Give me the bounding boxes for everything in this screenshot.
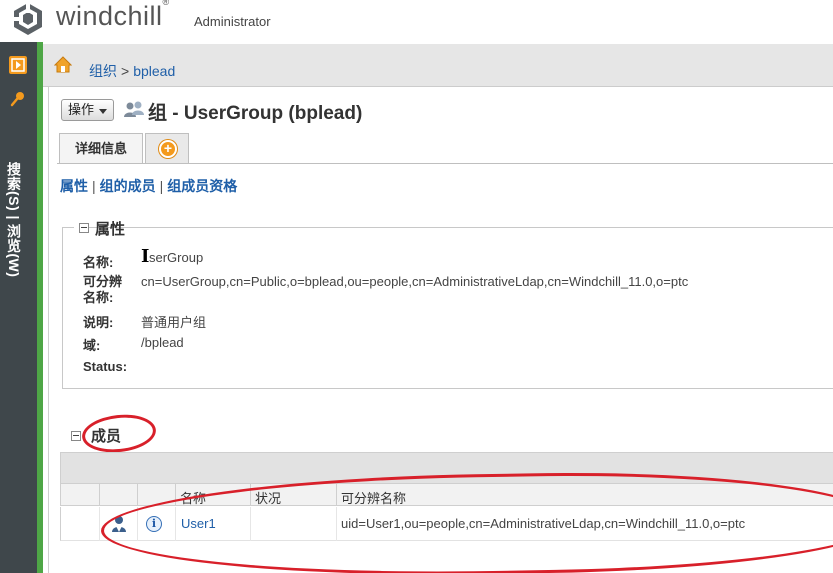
collapse-icon[interactable] (71, 431, 81, 441)
attributes-panel-header[interactable]: 属性 (74, 218, 125, 238)
navigator-expand-icon[interactable] (9, 56, 27, 74)
section-link-attributes[interactable]: 属性 (60, 178, 88, 194)
actions-label: 操作 (68, 102, 95, 117)
attr-label: 域: (83, 338, 101, 353)
column-divider (99, 484, 100, 506)
section-link-memberships[interactable]: 组成员资格 (167, 178, 237, 194)
attributes-panel: 属性 名称: I serGroup 可分辨名称: cn=UserGroup,cn… (62, 218, 833, 389)
section-separator: | (159, 178, 164, 194)
section-nav: 属性 | 组的成员 | 组成员资格 (60, 176, 237, 196)
brand-text: windchill (56, 1, 163, 31)
tab-divider (57, 163, 833, 164)
tab-details[interactable]: 详细信息 (59, 133, 143, 163)
attr-label: Status: (83, 359, 128, 374)
annotation-circle (80, 411, 158, 456)
attr-label: 说明: (83, 315, 114, 330)
add-tab-icon: + (159, 140, 177, 158)
main-content: 操作 组 - UserGroup (bplead) 详细信息 + 属性 | 组的成员… (48, 87, 833, 573)
search-browse-toggle[interactable]: 搜索(S) | 浏览(W) (4, 162, 24, 277)
windchill-logo-icon (14, 3, 42, 35)
breadcrumb-current-link[interactable]: bplead (133, 63, 175, 79)
attr-label: 名称: (83, 255, 114, 270)
attr-value: serGroup (149, 250, 204, 265)
chevron-down-icon (99, 109, 107, 114)
user-role: Administrator (194, 14, 271, 29)
actions-button[interactable]: 操作 (61, 99, 114, 121)
group-icon (124, 101, 144, 117)
breadcrumb: 组织 > bplead (89, 61, 175, 81)
home-icon[interactable] (54, 56, 72, 74)
column-divider (99, 507, 100, 541)
page-title: 组 - UserGroup (bplead) (148, 103, 363, 124)
column-divider (137, 484, 138, 506)
attr-value: /bplead (141, 335, 184, 350)
section-link-members[interactable]: 组的成员 (100, 178, 156, 194)
app-header: windchill® Administrator (0, 0, 833, 42)
trademark: ® (162, 0, 170, 7)
sidebar-accent (37, 42, 43, 573)
attributes-panel-title: 属性 (95, 221, 126, 238)
search-pin-icon[interactable] (9, 90, 27, 108)
attr-value: cn=UserGroup,cn=Public,o=bplead,ou=peopl… (141, 274, 689, 289)
attr-label: 可分辨名称: (83, 274, 123, 305)
brand-name: windchill® (56, 0, 170, 32)
navigator-sidebar: 搜索(S) | 浏览(W) (0, 42, 37, 573)
breadcrumb-org-link[interactable]: 组织 (89, 63, 117, 79)
breadcrumb-separator: > (121, 63, 130, 79)
breadcrumb-bar: 组织 > bplead (43, 44, 833, 87)
attr-value: 普通用户组 (141, 315, 207, 330)
section-separator: | (92, 178, 96, 194)
collapse-icon[interactable] (79, 223, 89, 233)
tab-add[interactable]: + (145, 133, 189, 163)
